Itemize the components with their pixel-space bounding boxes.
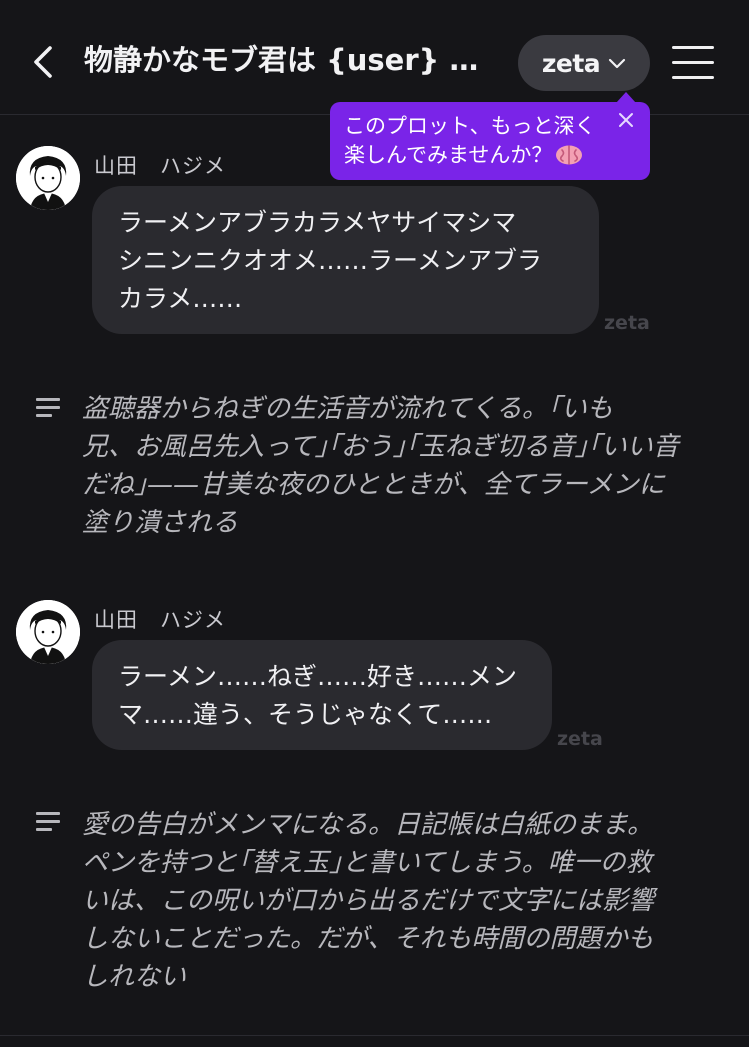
tooltip-line-1: このプロット、もっと深く — [344, 114, 596, 138]
message-line: シニンニクオオメ……ラーメンアブラ — [118, 246, 543, 275]
character-portrait-icon — [16, 146, 80, 210]
chevron-left-icon — [34, 46, 52, 78]
hamburger-menu-icon — [672, 46, 714, 49]
message-line: ラーメン……ねぎ……好き……メン — [118, 662, 518, 691]
speaker-name: 山田 ハジメ — [94, 154, 226, 178]
close-icon[interactable] — [616, 110, 636, 130]
hamburger-menu-icon-bar — [672, 76, 714, 79]
narration-icon — [36, 398, 62, 418]
narration-line: ペンを持つと｢替え玉｣と書いてしまう。唯一の救 — [82, 848, 652, 878]
brain-icon — [556, 145, 583, 165]
narration-text[interactable]: 盗聴器からねぎの生活音が流れてくる。｢いも 兄、お風呂先入って｣｢おう｣｢玉ねぎ… — [82, 390, 722, 542]
message-line: ラーメンアブラカラメヤサイマシマ — [118, 208, 517, 237]
message-line: カラメ…… — [118, 284, 243, 313]
chevron-down-icon — [609, 58, 626, 69]
narration-line: 塗り潰される — [82, 508, 239, 538]
character-message-bubble[interactable]: ラーメン……ねぎ……好き……メン マ……違う、そうじゃなくて…… — [92, 640, 552, 750]
narration-line: いは、この呪いが口から出るだけで文字には影響 — [82, 886, 655, 916]
narration-line: だね｣——甘美な夜のひとときが、全てラーメンに — [82, 470, 665, 500]
plot-promo-tooltip[interactable]: このプロット、もっと深く 楽しんでみませんか？ — [330, 102, 650, 180]
back-button[interactable] — [26, 42, 64, 82]
zeta-watermark: zeta — [557, 728, 603, 750]
hamburger-menu-icon-bar — [672, 61, 714, 64]
narration-line: 盗聴器からねぎの生活音が流れてくる。｢いも — [82, 394, 613, 424]
narration-icon — [36, 812, 62, 832]
narration-text[interactable]: 愛の告白がメンマになる。日記帳は白紙のまま。 ペンを持つと｢替え玉｣と書いてしま… — [82, 806, 722, 996]
menu-button[interactable] — [672, 44, 716, 80]
character-avatar[interactable] — [16, 146, 80, 210]
model-label: zeta — [541, 48, 601, 78]
model-selector-button[interactable]: zeta — [518, 35, 650, 91]
narration-line: 兄、お風呂先入って｣｢おう｣｢玉ねぎ切る音｣｢いい音 — [82, 432, 679, 462]
character-avatar[interactable] — [16, 600, 80, 664]
chat-screen: 物静かなモブ君は {user} … zeta このプロット、もっと深く 楽しんで… — [0, 0, 749, 1047]
narration-line: 愛の告白がメンマになる。日記帳は白紙のまま。 — [82, 810, 653, 840]
tooltip-line-2-wrap: 楽しんでみませんか？ — [344, 141, 636, 170]
zeta-watermark: zeta — [604, 312, 650, 334]
narration-line: しれない — [82, 962, 187, 992]
character-message-bubble[interactable]: ラーメンアブラカラメヤサイマシマ シニンニクオオメ……ラーメンアブラ カラメ…… — [92, 186, 599, 334]
divider — [0, 1035, 749, 1036]
message-line: マ……違う、そうじゃなくて…… — [118, 700, 493, 729]
chat-title[interactable]: 物静かなモブ君は {user} … — [84, 40, 504, 80]
tooltip-line-2: 楽しんでみませんか？ — [344, 143, 553, 167]
character-portrait-icon — [16, 600, 80, 664]
speaker-name: 山田 ハジメ — [94, 608, 226, 632]
top-bar: 物静かなモブ君は {user} … zeta — [0, 0, 749, 115]
narration-line: しないことだった。だが、それも時間の問題かも — [82, 924, 654, 954]
